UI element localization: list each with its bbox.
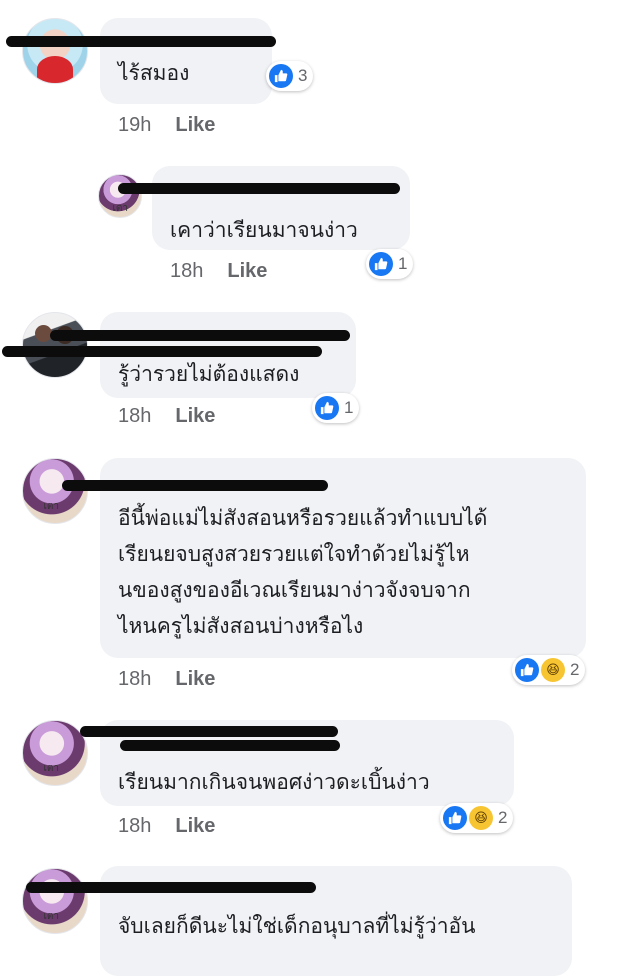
comment-text: เรียนมากเกินจนพอศง่าวดะเบิ้นง่าว <box>118 770 430 794</box>
reaction-count: 1 <box>398 254 408 273</box>
thumbs-up-icon <box>369 252 393 276</box>
reaction-count: 3 <box>298 66 308 85</box>
like-link[interactable]: Like <box>175 668 215 690</box>
comment-meta: 18h Like <box>170 260 267 283</box>
timestamp[interactable]: 19h <box>118 114 151 136</box>
avatar[interactable] <box>22 312 88 378</box>
thumbs-up-icon <box>443 806 467 830</box>
timestamp[interactable]: 18h <box>118 815 151 837</box>
like-link[interactable]: Like <box>175 815 215 837</box>
redacted-author-name <box>118 183 400 194</box>
avatar[interactable] <box>98 174 142 218</box>
comment-meta: 18h Like <box>118 668 215 691</box>
redacted-author-name <box>26 882 316 893</box>
redacted-author-name <box>6 36 276 47</box>
comment-text: จับเลยก็ดีนะไม่ใช่เด็กอนุบาลที่ไม่รู้ว่า… <box>118 914 476 938</box>
redacted-author-name <box>50 330 350 341</box>
comment-meta: 18h Like <box>118 405 215 428</box>
reaction-count: 2 <box>570 660 580 679</box>
comment-meta: 19h Like <box>118 114 215 137</box>
avatar[interactable] <box>22 18 88 84</box>
redacted-author-name <box>80 726 338 737</box>
thumbs-up-icon <box>315 396 339 420</box>
avatar[interactable] <box>22 868 88 934</box>
laughing-face-icon: 😆 <box>469 806 493 830</box>
comment-meta: 18h Like <box>118 815 215 838</box>
avatar[interactable] <box>22 458 88 524</box>
thumbs-up-icon <box>269 64 293 88</box>
timestamp[interactable]: 18h <box>170 260 203 282</box>
timestamp[interactable]: 18h <box>118 405 151 427</box>
like-link[interactable]: Like <box>227 260 267 282</box>
reaction-summary[interactable]: 1 <box>366 249 414 279</box>
comment-text: ไร้สมอง <box>118 61 190 85</box>
reaction-summary[interactable]: 😆 2 <box>440 803 514 833</box>
laughing-face-icon: 😆 <box>541 658 565 682</box>
comment-text: อีนี้พ่อแม่ไม่สังสอนหรือรวยแล้วทำแบบได้ … <box>118 506 488 638</box>
reaction-summary[interactable]: 😆 2 <box>512 655 586 685</box>
comment-text: รู้ว่ารวยไม่ต้องแสดง <box>118 362 300 386</box>
thumbs-up-icon <box>515 658 539 682</box>
reaction-count: 1 <box>344 398 354 417</box>
redacted-author-name <box>120 740 340 751</box>
comment-text: เคาว่าเรียนมาจนง่าว <box>170 218 358 242</box>
avatar[interactable] <box>22 720 88 786</box>
reaction-count: 2 <box>498 808 508 827</box>
reaction-summary[interactable]: 1 <box>312 393 360 423</box>
timestamp[interactable]: 18h <box>118 668 151 690</box>
reaction-summary[interactable]: 3 <box>266 61 314 91</box>
like-link[interactable]: Like <box>175 405 215 427</box>
redacted-author-name <box>62 480 328 491</box>
like-link[interactable]: Like <box>175 114 215 136</box>
